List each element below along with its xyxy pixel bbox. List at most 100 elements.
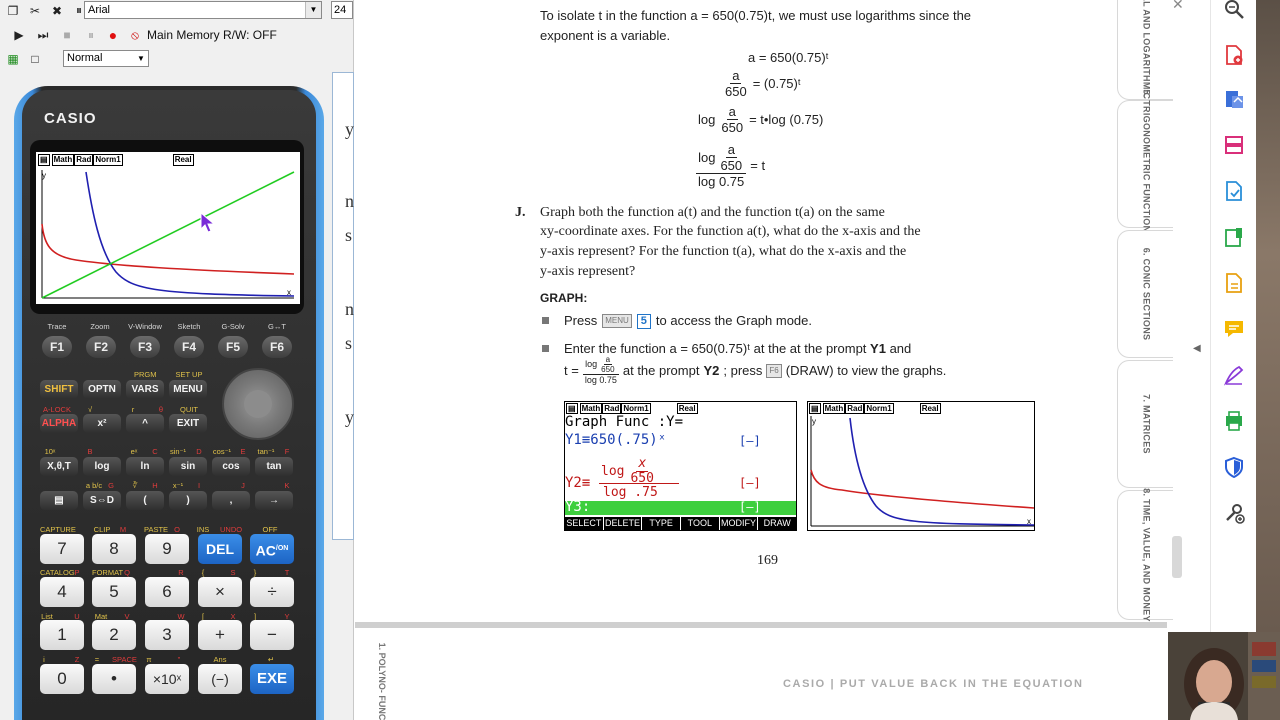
key-9[interactable]: 9 — [145, 534, 189, 564]
frac-key[interactable]: ▤ — [40, 491, 78, 510]
tan-key[interactable]: tan — [255, 457, 293, 476]
key-7[interactable]: 7 — [40, 534, 84, 564]
y-axis-label: y — [42, 171, 46, 180]
bullet-2-line-2: t = log a 650 log 0.75 at the prompt Y2; … — [564, 355, 946, 386]
cos-key[interactable]: cos — [212, 457, 250, 476]
comment-icon[interactable] — [1223, 318, 1245, 340]
dpad-control[interactable] — [222, 368, 294, 440]
chapter-tab-5[interactable]: 5. TRIGONOMETRIC FUNCTIONS — [1117, 89, 1173, 239]
sin-key[interactable]: sin — [169, 457, 207, 476]
key-3[interactable]: 3 — [145, 620, 189, 650]
key-8[interactable]: 8 — [92, 534, 136, 564]
edit-pdf-icon[interactable] — [1223, 226, 1245, 248]
pdf-add-icon[interactable] — [1223, 44, 1245, 66]
y2-log: log — [601, 464, 625, 479]
f2-key[interactable]: F2 — [86, 336, 116, 358]
divide-key[interactable]: ÷ — [250, 577, 294, 607]
export-pdf-icon[interactable] — [1223, 88, 1245, 110]
screenshot-fkey-menu: SELECT DELETE TYPE TOOL MODIFY DRAW — [565, 517, 797, 530]
label-gsolv: G-Solv — [221, 322, 245, 331]
chapter-tab-6[interactable]: 6. CONIC SECTIONS — [1117, 230, 1173, 358]
chapter-tab-4[interactable]: 4. EXPONENTIAL AND LOGARITHMIC FUNCTIONS — [1117, 0, 1173, 157]
chevron-down-icon[interactable]: ▼ — [134, 51, 148, 66]
print-production-icon[interactable] — [1223, 410, 1245, 432]
organize-pages-icon[interactable] — [1223, 134, 1245, 156]
ac-key[interactable]: AC/ON — [250, 534, 294, 564]
key-4[interactable]: 4 — [40, 577, 84, 607]
protect-icon[interactable] — [1223, 456, 1245, 478]
key-5[interactable]: 5 — [92, 577, 136, 607]
del-key[interactable]: DEL — [198, 534, 242, 564]
calculator-screen[interactable]: ▤ Math Rad Norm1 Real y x — [36, 152, 300, 304]
key-6[interactable]: 6 — [145, 577, 189, 607]
plus-key[interactable]: + — [198, 620, 242, 650]
copy-icon[interactable]: ❐ — [4, 2, 22, 20]
window-icon[interactable]: □ — [26, 50, 44, 68]
log-key[interactable]: log — [83, 457, 121, 476]
record-icon[interactable]: ● — [104, 26, 122, 44]
alpha-key[interactable]: ALPHA — [40, 414, 78, 433]
f1-key[interactable]: F1 — [42, 336, 72, 358]
chapter-tab-8[interactable]: 8. TIME, VALUE, AND MONEY — [1117, 488, 1173, 622]
square-key[interactable]: x² — [83, 414, 121, 433]
open-paren-key[interactable]: ( — [126, 491, 164, 510]
exe-key[interactable]: EXE — [250, 664, 294, 694]
close-icon[interactable]: ✕ — [1172, 0, 1184, 13]
mode-select[interactable]: Normal ▼ — [63, 50, 149, 67]
label-h: H — [152, 481, 158, 490]
memory-status: Main Memory R/W: OFF — [147, 28, 277, 42]
collapse-panel-icon[interactable]: ◀ — [1193, 343, 1201, 354]
minus-key[interactable]: − — [250, 620, 294, 650]
label-p: P — [74, 568, 80, 577]
close-paren-key[interactable]: ) — [169, 491, 207, 510]
scrollbar-thumb[interactable] — [1172, 536, 1182, 578]
optn-key[interactable]: OPTN — [83, 380, 121, 399]
create-pdf-icon[interactable] — [1223, 272, 1245, 294]
convert-pdf-icon[interactable] — [1223, 180, 1245, 202]
key-1[interactable]: 1 — [40, 620, 84, 650]
fill-sign-icon[interactable] — [1223, 364, 1245, 386]
delete-icon[interactable]: ✖ — [48, 2, 66, 20]
font-name-select[interactable]: Arial ▼ — [84, 1, 322, 19]
bottom-chapter-tab[interactable]: 1. POLYNO- FUNCTIO — [375, 643, 389, 720]
store-key[interactable]: → — [255, 491, 293, 510]
exit-key[interactable]: EXIT — [169, 414, 207, 433]
multiply-key[interactable]: × — [198, 577, 242, 607]
xtheta-key[interactable]: X,θ,T — [40, 457, 78, 476]
step-icon[interactable]: ⏭ — [34, 26, 52, 44]
f5-key[interactable]: F5 — [218, 336, 248, 358]
cut-icon[interactable]: ✂ — [26, 2, 44, 20]
f6-key[interactable]: F6 — [262, 336, 292, 358]
shift-key[interactable]: SHIFT — [40, 380, 78, 399]
bullet-2-pre: Enter the function a = 650(0.75)ᵗ at the… — [564, 341, 867, 356]
decimal-key[interactable]: • — [92, 664, 136, 694]
power-key[interactable]: ^ — [126, 414, 164, 433]
f4-key[interactable]: F4 — [174, 336, 204, 358]
key-2[interactable]: 2 — [92, 620, 136, 650]
chapter-tab-7[interactable]: 7. MATRICES — [1117, 360, 1173, 488]
negative-key[interactable]: (−) — [198, 664, 242, 694]
sd-key[interactable]: S⇔D — [83, 491, 121, 510]
font-name-value: Arial — [88, 4, 111, 16]
play-icon[interactable]: ▶ — [10, 26, 28, 44]
comma-key[interactable]: , — [212, 491, 250, 510]
memory-icon[interactable]: ⦸ — [126, 26, 144, 44]
exp-key[interactable]: ×10ˣ — [145, 664, 189, 694]
zoom-icon[interactable] — [1223, 0, 1245, 20]
pause-icon[interactable]: ⏸ — [82, 26, 100, 44]
more-tools-icon[interactable] — [1223, 502, 1245, 524]
menu-key[interactable]: MENU — [169, 380, 207, 399]
chevron-down-icon[interactable]: ▼ — [305, 2, 321, 18]
label-k: K — [284, 481, 290, 490]
screen-icon[interactable]: ▦ — [4, 50, 22, 68]
f3-key[interactable]: F3 — [130, 336, 160, 358]
key-0[interactable]: 0 — [40, 664, 84, 694]
stop-icon[interactable]: ■ — [58, 26, 76, 44]
label-trace: Trace — [47, 322, 67, 331]
vars-key[interactable]: VARS — [126, 380, 164, 399]
bullet-1: Press MENU 5 to access the Graph mode. — [564, 311, 812, 331]
emulator-panel: ❐ ✂ ✖ ⏸ Arial ▼ 24 ▶ ⏭ ■ ⏸ ● ⦸ Main Memo… — [0, 0, 354, 720]
font-size-input[interactable]: 24 — [331, 1, 353, 19]
dpad-center[interactable] — [244, 390, 272, 418]
ln-key[interactable]: ln — [126, 457, 164, 476]
